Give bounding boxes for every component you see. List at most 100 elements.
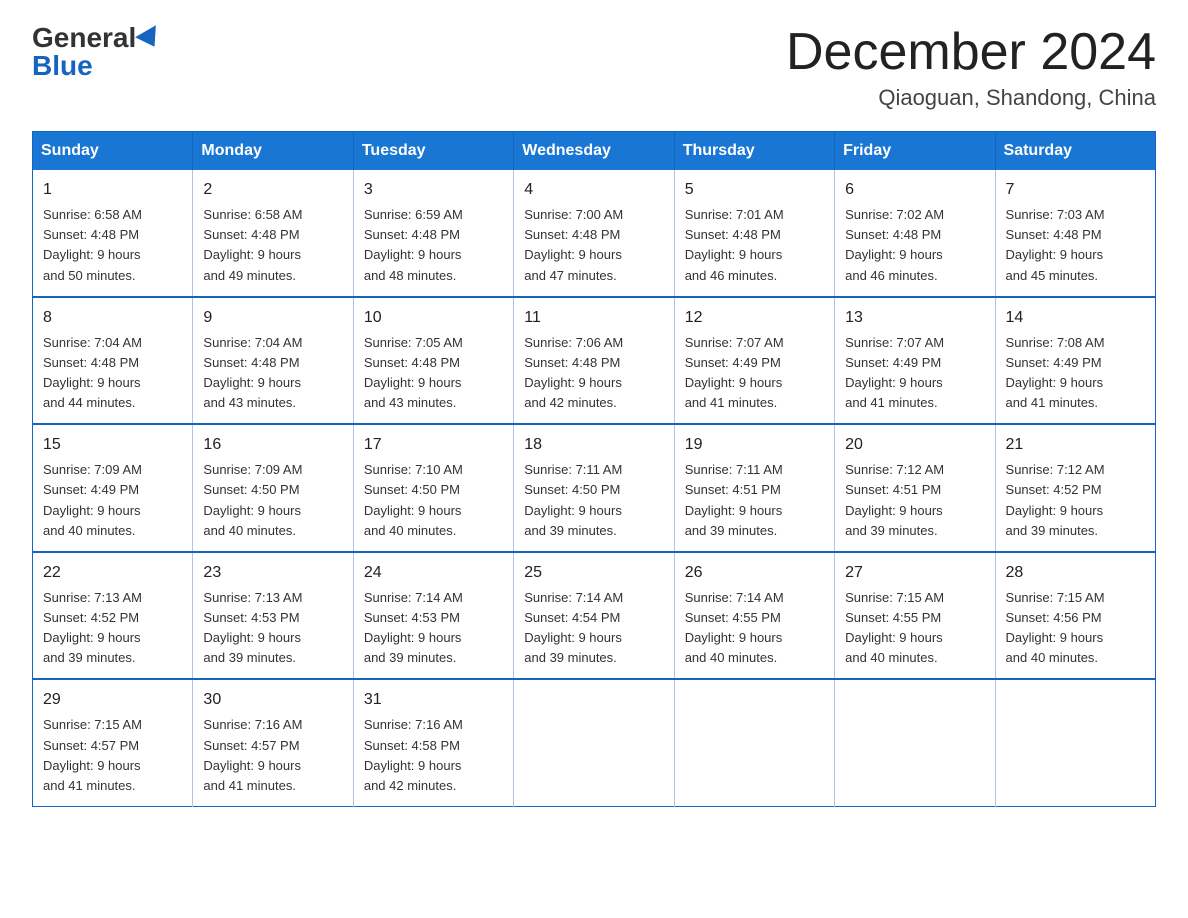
- calendar-cell: 17 Sunrise: 7:10 AMSunset: 4:50 PMDayligh…: [353, 424, 513, 552]
- day-number: 8: [43, 306, 182, 330]
- day-info: Sunrise: 7:15 AMSunset: 4:57 PMDaylight:…: [43, 715, 182, 796]
- weekday-header-friday: Friday: [835, 132, 995, 171]
- calendar-cell: 24 Sunrise: 7:14 AMSunset: 4:53 PMDayligh…: [353, 552, 513, 680]
- logo-bottom: Blue: [32, 52, 93, 80]
- month-title: December 2024: [786, 24, 1156, 81]
- calendar-week-row: 15 Sunrise: 7:09 AMSunset: 4:49 PMDayligh…: [33, 424, 1156, 552]
- day-number: 25: [524, 561, 663, 585]
- page-header: General Blue December 2024 Qiaoguan, Sha…: [32, 24, 1156, 111]
- calendar-week-row: 29 Sunrise: 7:15 AMSunset: 4:57 PMDayligh…: [33, 679, 1156, 806]
- calendar-cell: [995, 679, 1155, 806]
- day-info: Sunrise: 7:02 AMSunset: 4:48 PMDaylight:…: [845, 205, 984, 286]
- day-number: 3: [364, 178, 503, 202]
- day-number: 10: [364, 306, 503, 330]
- weekday-header-sunday: Sunday: [33, 132, 193, 171]
- day-number: 7: [1006, 178, 1145, 202]
- day-number: 31: [364, 688, 503, 712]
- weekday-header-tuesday: Tuesday: [353, 132, 513, 171]
- day-number: 5: [685, 178, 824, 202]
- calendar-week-row: 22Sunrise: 7:13 AMSunset: 4:52 PMDayligh…: [33, 552, 1156, 680]
- day-info: Sunrise: 7:14 AMSunset: 4:53 PMDaylight:…: [364, 588, 503, 669]
- day-info: Sunrise: 6:58 AMSunset: 4:48 PMDaylight:…: [203, 205, 342, 286]
- day-info: Sunrise: 7:03 AMSunset: 4:48 PMDaylight:…: [1006, 205, 1145, 286]
- calendar-week-row: 8 Sunrise: 7:04 AMSunset: 4:48 PMDaylight…: [33, 297, 1156, 425]
- calendar-cell: 9 Sunrise: 7:04 AMSunset: 4:48 PMDaylight…: [193, 297, 353, 425]
- location-title: Qiaoguan, Shandong, China: [786, 85, 1156, 111]
- calendar-cell: 25 Sunrise: 7:14 AMSunset: 4:54 PMDayligh…: [514, 552, 674, 680]
- title-block: December 2024 Qiaoguan, Shandong, China: [786, 24, 1156, 111]
- day-number: 11: [524, 306, 663, 330]
- day-info: Sunrise: 7:09 AMSunset: 4:49 PMDaylight:…: [43, 460, 182, 541]
- calendar-cell: [835, 679, 995, 806]
- calendar-cell: 16 Sunrise: 7:09 AMSunset: 4:50 PMDayligh…: [193, 424, 353, 552]
- day-number: 2: [203, 178, 342, 202]
- calendar-cell: 18Sunrise: 7:11 AMSunset: 4:50 PMDayligh…: [514, 424, 674, 552]
- logo-blue-text: Blue: [32, 50, 93, 81]
- weekday-header-thursday: Thursday: [674, 132, 834, 171]
- day-number: 1: [43, 178, 182, 202]
- calendar-cell: 12Sunrise: 7:07 AMSunset: 4:49 PMDayligh…: [674, 297, 834, 425]
- weekday-header-monday: Monday: [193, 132, 353, 171]
- calendar-cell: 3 Sunrise: 6:59 AMSunset: 4:48 PMDaylight…: [353, 170, 513, 297]
- calendar-cell: 29 Sunrise: 7:15 AMSunset: 4:57 PMDayligh…: [33, 679, 193, 806]
- calendar-cell: 23Sunrise: 7:13 AMSunset: 4:53 PMDayligh…: [193, 552, 353, 680]
- day-number: 24: [364, 561, 503, 585]
- day-number: 20: [845, 433, 984, 457]
- logo: General Blue: [32, 24, 162, 80]
- calendar-cell: 20 Sunrise: 7:12 AMSunset: 4:51 PMDayligh…: [835, 424, 995, 552]
- day-number: 14: [1006, 306, 1145, 330]
- calendar-cell: 11 Sunrise: 7:06 AMSunset: 4:48 PMDayligh…: [514, 297, 674, 425]
- day-number: 29: [43, 688, 182, 712]
- day-info: Sunrise: 7:14 AMSunset: 4:54 PMDaylight:…: [524, 588, 663, 669]
- day-info: Sunrise: 7:16 AMSunset: 4:58 PMDaylight:…: [364, 715, 503, 796]
- day-info: Sunrise: 7:01 AMSunset: 4:48 PMDaylight:…: [685, 205, 824, 286]
- day-number: 26: [685, 561, 824, 585]
- day-number: 6: [845, 178, 984, 202]
- day-info: Sunrise: 7:11 AMSunset: 4:51 PMDaylight:…: [685, 460, 824, 541]
- calendar-week-row: 1 Sunrise: 6:58 AMSunset: 4:48 PMDaylight…: [33, 170, 1156, 297]
- day-number: 28: [1006, 561, 1145, 585]
- day-info: Sunrise: 6:58 AMSunset: 4:48 PMDaylight:…: [43, 205, 182, 286]
- logo-triangle-icon: [135, 25, 165, 53]
- day-info: Sunrise: 7:06 AMSunset: 4:48 PMDaylight:…: [524, 333, 663, 414]
- day-info: Sunrise: 7:00 AMSunset: 4:48 PMDaylight:…: [524, 205, 663, 286]
- day-number: 23: [203, 561, 342, 585]
- day-number: 17: [364, 433, 503, 457]
- calendar-table: SundayMondayTuesdayWednesdayThursdayFrid…: [32, 131, 1156, 807]
- day-number: 15: [43, 433, 182, 457]
- calendar-cell: 28Sunrise: 7:15 AMSunset: 4:56 PMDayligh…: [995, 552, 1155, 680]
- calendar-cell: 7 Sunrise: 7:03 AMSunset: 4:48 PMDaylight…: [995, 170, 1155, 297]
- calendar-cell: 4 Sunrise: 7:00 AMSunset: 4:48 PMDaylight…: [514, 170, 674, 297]
- day-number: 16: [203, 433, 342, 457]
- day-number: 19: [685, 433, 824, 457]
- day-info: Sunrise: 7:12 AMSunset: 4:51 PMDaylight:…: [845, 460, 984, 541]
- calendar-cell: 31 Sunrise: 7:16 AMSunset: 4:58 PMDayligh…: [353, 679, 513, 806]
- calendar-cell: 5 Sunrise: 7:01 AMSunset: 4:48 PMDaylight…: [674, 170, 834, 297]
- day-number: 21: [1006, 433, 1145, 457]
- day-info: Sunrise: 7:15 AMSunset: 4:55 PMDaylight:…: [845, 588, 984, 669]
- calendar-cell: 30Sunrise: 7:16 AMSunset: 4:57 PMDayligh…: [193, 679, 353, 806]
- calendar-cell: 27 Sunrise: 7:15 AMSunset: 4:55 PMDayligh…: [835, 552, 995, 680]
- logo-top: General: [32, 24, 162, 52]
- day-info: Sunrise: 7:04 AMSunset: 4:48 PMDaylight:…: [203, 333, 342, 414]
- calendar-body: 1 Sunrise: 6:58 AMSunset: 4:48 PMDaylight…: [33, 170, 1156, 806]
- day-number: 30: [203, 688, 342, 712]
- day-info: Sunrise: 7:14 AMSunset: 4:55 PMDaylight:…: [685, 588, 824, 669]
- logo-general-text: General: [32, 22, 136, 53]
- day-info: Sunrise: 7:07 AMSunset: 4:49 PMDaylight:…: [685, 333, 824, 414]
- calendar-cell: 10Sunrise: 7:05 AMSunset: 4:48 PMDayligh…: [353, 297, 513, 425]
- day-info: Sunrise: 7:10 AMSunset: 4:50 PMDaylight:…: [364, 460, 503, 541]
- calendar-cell: 22Sunrise: 7:13 AMSunset: 4:52 PMDayligh…: [33, 552, 193, 680]
- calendar-cell: 14Sunrise: 7:08 AMSunset: 4:49 PMDayligh…: [995, 297, 1155, 425]
- calendar-cell: [514, 679, 674, 806]
- day-info: Sunrise: 7:12 AMSunset: 4:52 PMDaylight:…: [1006, 460, 1145, 541]
- calendar-cell: 13Sunrise: 7:07 AMSunset: 4:49 PMDayligh…: [835, 297, 995, 425]
- day-number: 27: [845, 561, 984, 585]
- day-info: Sunrise: 7:09 AMSunset: 4:50 PMDaylight:…: [203, 460, 342, 541]
- day-number: 9: [203, 306, 342, 330]
- day-info: Sunrise: 6:59 AMSunset: 4:48 PMDaylight:…: [364, 205, 503, 286]
- day-info: Sunrise: 7:04 AMSunset: 4:48 PMDaylight:…: [43, 333, 182, 414]
- day-number: 13: [845, 306, 984, 330]
- day-number: 4: [524, 178, 663, 202]
- day-number: 22: [43, 561, 182, 585]
